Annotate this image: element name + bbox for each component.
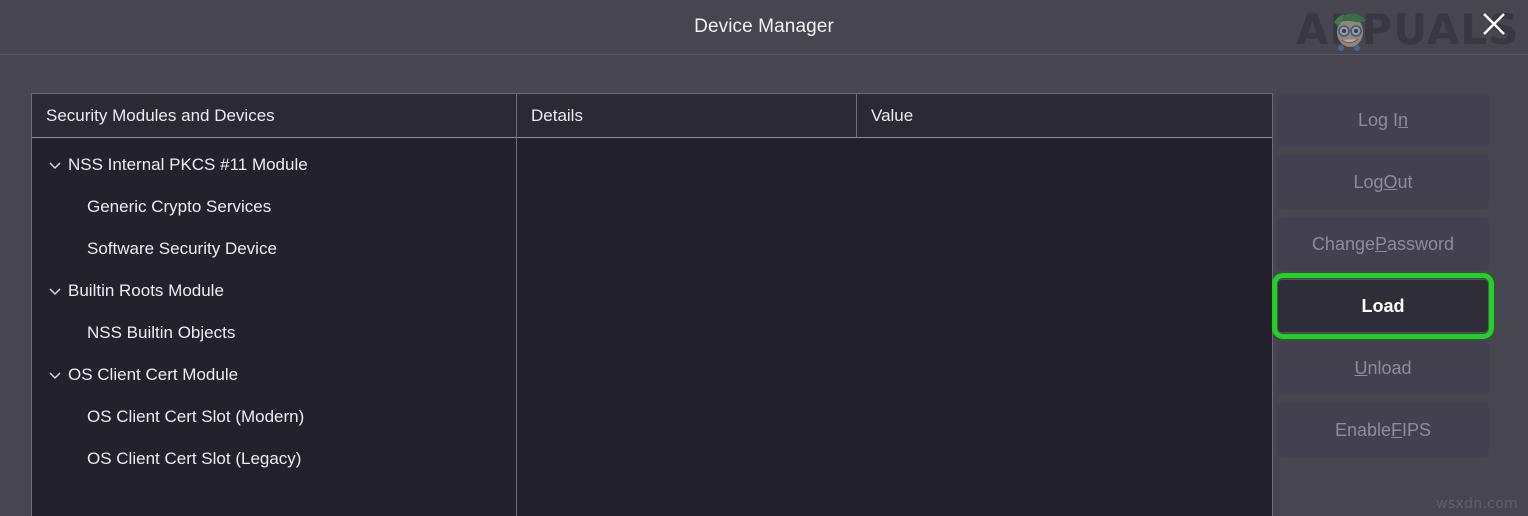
load-accesskey: L (1361, 296, 1372, 317)
tree-item-os-client-cert-slot-modern[interactable]: OS Client Cert Slot (Modern) (32, 396, 516, 438)
column-header-label: Value (871, 106, 913, 126)
tree-item-builtin-roots-module[interactable]: Builtin Roots Module (32, 270, 516, 312)
titlebar: Device Manager APPUALS (0, 0, 1528, 55)
change-password-button[interactable]: Change Password (1277, 217, 1489, 271)
load-button[interactable]: Load (1277, 279, 1489, 333)
chevron-down-icon[interactable] (42, 278, 68, 304)
tree-item-software-security-device[interactable]: Software Security Device (32, 228, 516, 270)
page-title: Device Manager (0, 0, 1528, 54)
tree-item-label: Builtin Roots Module (68, 281, 224, 301)
close-icon[interactable] (1476, 6, 1512, 42)
log-out-accesskey: O (1384, 172, 1398, 193)
change-password-accesskey: P (1375, 234, 1387, 255)
log-in-button[interactable]: Log In (1277, 93, 1489, 147)
load-label-post: oad (1372, 296, 1404, 317)
unload-accesskey: U (1354, 358, 1367, 379)
tree-item-os-client-cert-slot-legacy[interactable]: OS Client Cert Slot (Legacy) (32, 438, 516, 480)
chevron-down-icon[interactable] (42, 362, 68, 388)
details-table-header: Details Value (517, 94, 1272, 138)
tree-item-generic-crypto-services[interactable]: Generic Crypto Services (32, 186, 516, 228)
unload-button[interactable]: Unload (1277, 341, 1489, 395)
dialog-body: Security Modules and Devices NSS Interna… (0, 55, 1528, 516)
load-button-wrapper: Load (1277, 279, 1489, 333)
chevron-down-icon[interactable] (42, 152, 68, 178)
change-password-label-pre: Change (1312, 234, 1375, 255)
tree-item-label: OS Client Cert Module (68, 365, 238, 385)
change-password-label-post: assword (1387, 234, 1454, 255)
tree-item-label: OS Client Cert Slot (Legacy) (87, 449, 301, 469)
log-out-label-pre: Log (1353, 172, 1383, 193)
enable-fips-button[interactable]: Enable FIPS (1277, 403, 1489, 457)
tree-header-label: Security Modules and Devices (46, 106, 275, 126)
tree-header: Security Modules and Devices (32, 94, 516, 138)
tree-body: NSS Internal PKCS #11 Module Generic Cry… (32, 138, 516, 480)
tree-item-nss-internal-pkcs11-module[interactable]: NSS Internal PKCS #11 Module (32, 144, 516, 186)
enable-fips-label-pre: Enable (1335, 420, 1391, 441)
device-manager-window: Device Manager APPUALS (0, 0, 1528, 516)
appuals-mascot-icon (1326, 4, 1374, 52)
enable-fips-label-post: IPS (1402, 420, 1431, 441)
tree-item-label: NSS Builtin Objects (87, 323, 235, 343)
tree-item-label: Generic Crypto Services (87, 197, 271, 217)
tree-item-label: NSS Internal PKCS #11 Module (68, 155, 308, 175)
column-header-details[interactable]: Details (517, 94, 857, 137)
column-header-value[interactable]: Value (857, 94, 1272, 137)
enable-fips-accesskey: F (1391, 420, 1402, 441)
unload-label-post: nload (1367, 358, 1411, 379)
tree-item-label: Software Security Device (87, 239, 277, 259)
log-in-accesskey: n (1398, 110, 1408, 131)
tree-item-os-client-cert-module[interactable]: OS Client Cert Module (32, 354, 516, 396)
tree-item-label: OS Client Cert Slot (Modern) (87, 407, 304, 427)
tree-item-nss-builtin-objects[interactable]: NSS Builtin Objects (32, 312, 516, 354)
action-button-column: Log In Log Out Change Password Load Unlo… (1277, 93, 1489, 465)
details-table: Details Value (517, 93, 1273, 516)
security-modules-tree: Security Modules and Devices NSS Interna… (31, 93, 517, 516)
log-in-label-pre: Log I (1358, 110, 1398, 131)
column-header-label: Details (531, 106, 583, 126)
log-out-label-post: ut (1398, 172, 1413, 193)
details-table-body (517, 138, 1272, 516)
log-out-button[interactable]: Log Out (1277, 155, 1489, 209)
